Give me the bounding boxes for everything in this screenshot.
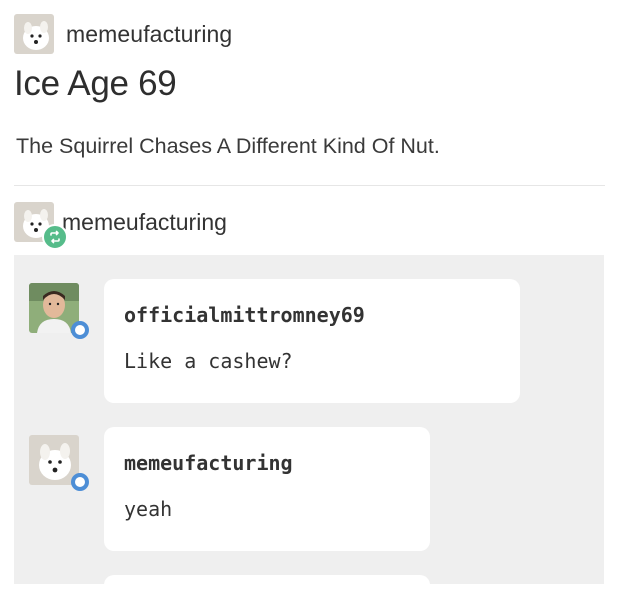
online-status-icon — [71, 473, 89, 491]
reblog-icon — [42, 224, 68, 250]
message-text: Like a cashew? — [124, 349, 293, 373]
post-divider — [14, 185, 605, 186]
chat-avatar[interactable] — [29, 435, 89, 491]
reblog-author-name[interactable]: memeufacturing — [62, 209, 227, 236]
message-username[interactable]: memeufacturing — [124, 451, 293, 475]
message-bubble: officialmittromney69 Like a cashew? — [104, 279, 520, 403]
post-body-text: The Squirrel Chases A Different Kind Of … — [16, 134, 440, 158]
message-bubble-partial — [104, 575, 430, 595]
message-text: yeah — [124, 497, 173, 521]
post-title: Ice Age 69 — [14, 64, 177, 103]
chat-avatar[interactable] — [29, 283, 89, 339]
online-status-icon — [71, 321, 89, 339]
reblogger-avatar[interactable] — [14, 202, 68, 250]
reblog-header: memeufacturing — [14, 200, 227, 250]
post-author-name[interactable]: memeufacturing — [66, 21, 232, 48]
author-avatar[interactable] — [14, 14, 54, 54]
chat-area: officialmittromney69 Like a cashew? meme… — [14, 255, 604, 595]
message-username[interactable]: officialmittromney69 — [124, 303, 365, 327]
message-bubble: memeufacturing yeah — [104, 427, 430, 551]
post-header: memeufacturing — [14, 12, 232, 56]
dog-avatar-icon — [14, 14, 54, 54]
